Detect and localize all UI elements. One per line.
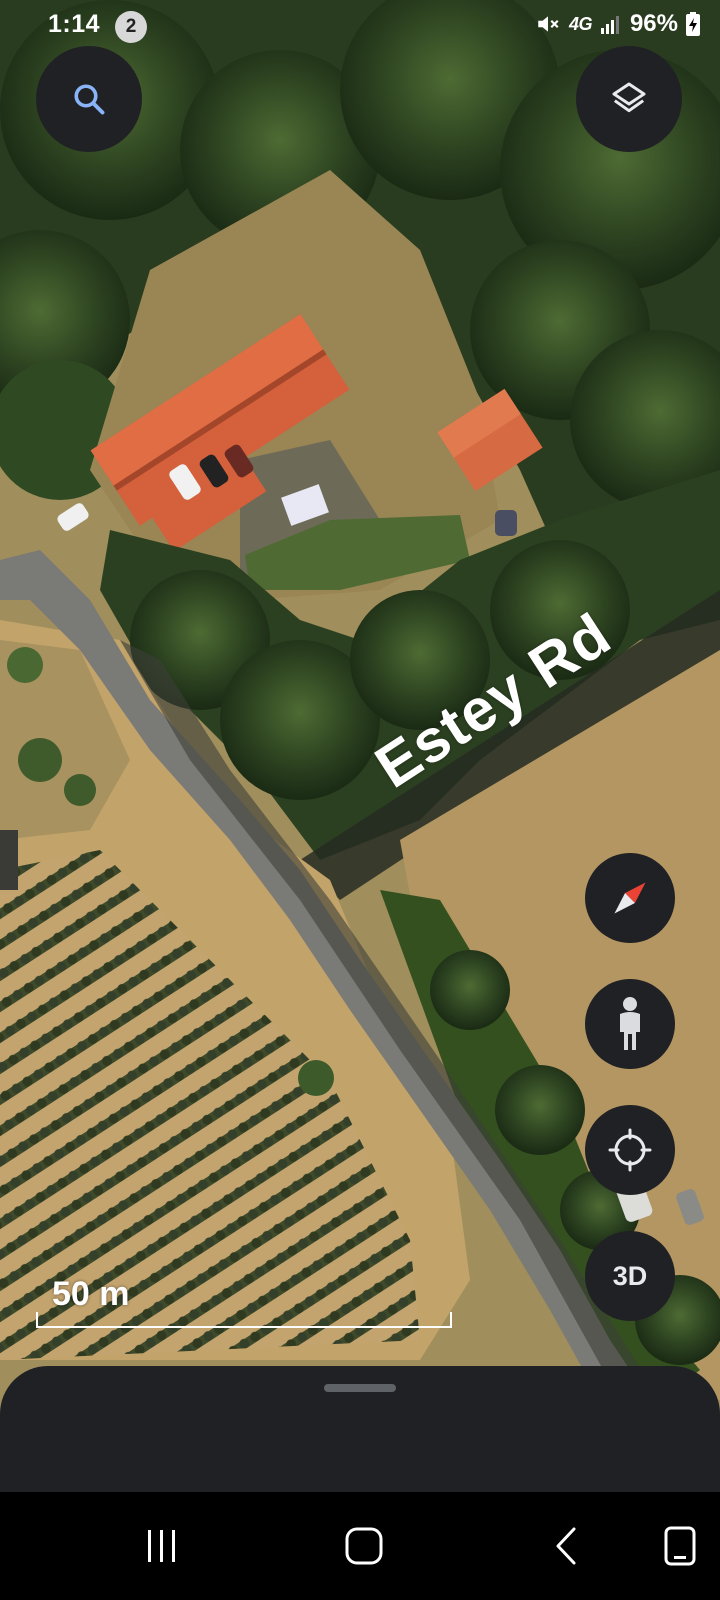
mute-icon [538, 16, 559, 32]
3d-button[interactable]: 3D [585, 1231, 675, 1321]
home-icon [345, 1527, 383, 1565]
battery-percent: 96% [629, 10, 678, 37]
signal-icon [600, 16, 619, 34]
crosshair-icon [608, 1128, 652, 1172]
compass-button[interactable] [585, 853, 675, 943]
3d-label: 3D [612, 1260, 648, 1291]
satellite-map[interactable] [0, 0, 720, 1600]
bottom-sheet[interactable] [0, 1366, 720, 1500]
compass-icon [614, 882, 646, 914]
status-icons: 4G 96% [535, 10, 700, 38]
pegman-icon [620, 997, 640, 1050]
drag-handle[interactable] [324, 1384, 396, 1392]
layers-button[interactable] [576, 46, 682, 152]
satellite-imagery [0, 0, 720, 1600]
network-type: 4G [568, 13, 593, 34]
scale-bar [36, 1312, 452, 1328]
back-icon [556, 1527, 576, 1565]
search-icon [74, 84, 105, 115]
status-bar: 1:14 2 4G 96% [0, 0, 720, 52]
search-button[interactable] [36, 46, 142, 152]
home-button[interactable] [334, 1516, 394, 1576]
notification-count-badge: 2 [115, 11, 147, 43]
keyboard-icon [664, 1526, 696, 1566]
keyboard-toggle-button[interactable] [650, 1516, 710, 1576]
status-time: 1:14 [48, 10, 101, 38]
recent-apps-icon [148, 1530, 175, 1562]
back-button[interactable] [536, 1516, 596, 1576]
scale-label: 50 m [52, 1275, 130, 1313]
battery-charging-icon [686, 12, 700, 36]
street-view-button[interactable] [585, 979, 675, 1069]
recent-apps-button[interactable] [132, 1516, 192, 1576]
layers-icon [612, 82, 646, 113]
navigation-bar [0, 1492, 720, 1600]
my-location-button[interactable] [585, 1105, 675, 1195]
